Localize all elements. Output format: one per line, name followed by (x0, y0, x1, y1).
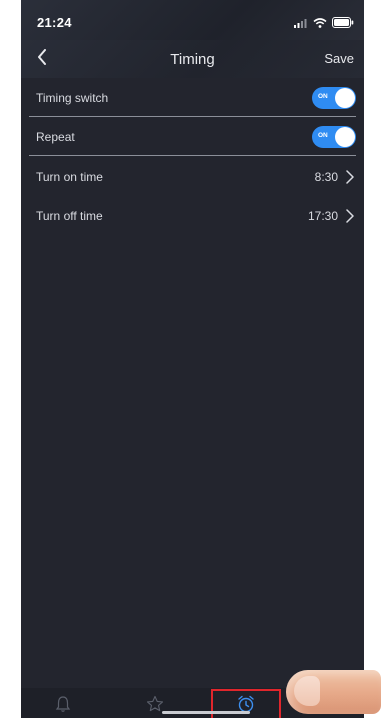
page-title: Timing (170, 51, 215, 68)
signal-icon (294, 15, 308, 33)
wifi-icon (313, 15, 327, 33)
status-icons (294, 15, 354, 33)
turn-on-time-label: Turn on time (36, 170, 103, 184)
toggle-knob (335, 127, 355, 147)
save-button[interactable]: Save (324, 51, 354, 66)
finger-pointer (286, 670, 381, 714)
timing-switch-toggle[interactable]: ON (312, 87, 356, 109)
turn-off-time-row[interactable]: Turn off time 17:30 (21, 197, 364, 235)
chevron-right-icon (346, 209, 354, 223)
timing-switch-label: Timing switch (36, 91, 109, 105)
chevron-right-icon (346, 170, 354, 184)
bell-icon (55, 696, 71, 712)
repeat-row: Repeat ON (21, 118, 364, 156)
repeat-toggle[interactable]: ON (312, 126, 356, 148)
tab-notifications[interactable] (53, 694, 73, 714)
nav-header: Timing Save (21, 40, 364, 78)
battery-icon (332, 15, 354, 33)
fingernail (294, 676, 320, 706)
home-indicator (162, 711, 250, 714)
divider (29, 155, 356, 156)
turn-on-time-row[interactable]: Turn on time 8:30 (21, 158, 364, 196)
toggle-on-text: ON (318, 93, 328, 100)
status-time: 21:24 (37, 15, 72, 30)
turn-off-time-label: Turn off time (36, 209, 103, 223)
status-bar: 21:24 (21, 0, 364, 40)
turn-on-time-value: 8:30 (314, 170, 338, 184)
turn-off-time-value: 17:30 (307, 209, 338, 223)
repeat-label: Repeat (36, 130, 75, 144)
timing-switch-row: Timing switch ON (21, 79, 364, 117)
toggle-knob (335, 88, 355, 108)
phone-screen: 21:24 Timing Save Timing switch ON Repea… (21, 0, 364, 718)
divider (29, 116, 356, 117)
toggle-on-text: ON (318, 132, 328, 139)
